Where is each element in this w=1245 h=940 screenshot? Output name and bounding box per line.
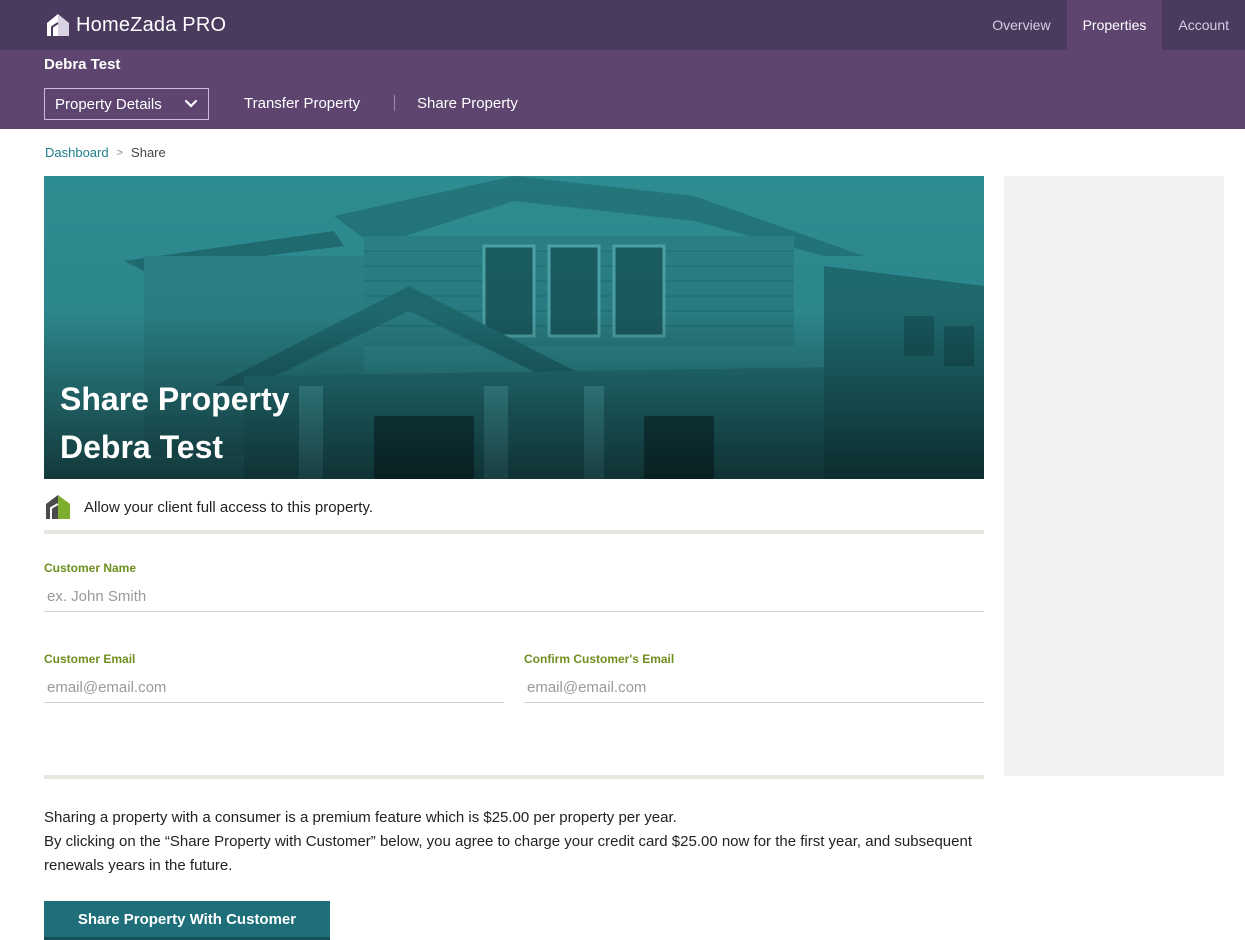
- breadcrumb-dashboard[interactable]: Dashboard: [45, 145, 109, 160]
- info-row: Allow your client full access to this pr…: [44, 492, 984, 522]
- topnav-properties[interactable]: Properties: [1066, 0, 1163, 50]
- customer-email-input[interactable]: [44, 673, 504, 703]
- chevron-down-icon: [184, 99, 198, 108]
- terms-text: Sharing a property with a consumer is a …: [44, 806, 984, 878]
- breadcrumb: Dashboard > Share: [45, 145, 166, 160]
- hero-banner: Share Property Debra Test: [44, 176, 984, 479]
- subnav-divider: [394, 95, 395, 111]
- share-property-button[interactable]: Share Property With Customer: [44, 901, 330, 940]
- side-panel: [1004, 176, 1224, 776]
- customer-email-label: Customer Email: [44, 652, 136, 666]
- property-details-dropdown[interactable]: Property Details: [44, 88, 209, 120]
- house-logo-icon: [46, 495, 70, 519]
- topnav-overview[interactable]: Overview: [976, 0, 1066, 50]
- dropdown-label: Property Details: [55, 95, 162, 113]
- logo-text: HomeZada PRO: [76, 13, 227, 36]
- house-logo-icon: [47, 14, 69, 36]
- hero-subtitle: Debra Test: [60, 429, 224, 465]
- transfer-property-link[interactable]: Transfer Property: [244, 95, 360, 112]
- customer-name-input[interactable]: [44, 582, 984, 612]
- info-text: Allow your client full access to this pr…: [84, 498, 374, 516]
- terms-line-1: Sharing a property with a consumer is a …: [44, 809, 677, 826]
- app-logo[interactable]: HomeZada PRO: [44, 11, 226, 39]
- confirm-email-label: Confirm Customer's Email: [524, 652, 675, 666]
- breadcrumb-separator: >: [116, 146, 124, 159]
- section-divider: [44, 775, 984, 779]
- section-divider: [44, 530, 984, 534]
- topnav-account[interactable]: Account: [1162, 0, 1245, 50]
- customer-name-label: Customer Name: [44, 561, 137, 575]
- confirm-email-input[interactable]: [524, 673, 984, 703]
- share-property-link[interactable]: Share Property: [417, 95, 518, 112]
- top-navigation-bar: HomeZada PRO Overview Properties Account: [0, 0, 1245, 50]
- terms-line-2: By clicking on the “Share Property with …: [44, 833, 972, 874]
- top-nav: Overview Properties Account: [976, 0, 1245, 50]
- hero-title: Share Property: [60, 381, 290, 417]
- breadcrumb-current: Share: [131, 145, 166, 160]
- property-subheader: Debra Test Property Details Transfer Pro…: [0, 50, 1245, 129]
- property-name: Debra Test: [44, 56, 121, 73]
